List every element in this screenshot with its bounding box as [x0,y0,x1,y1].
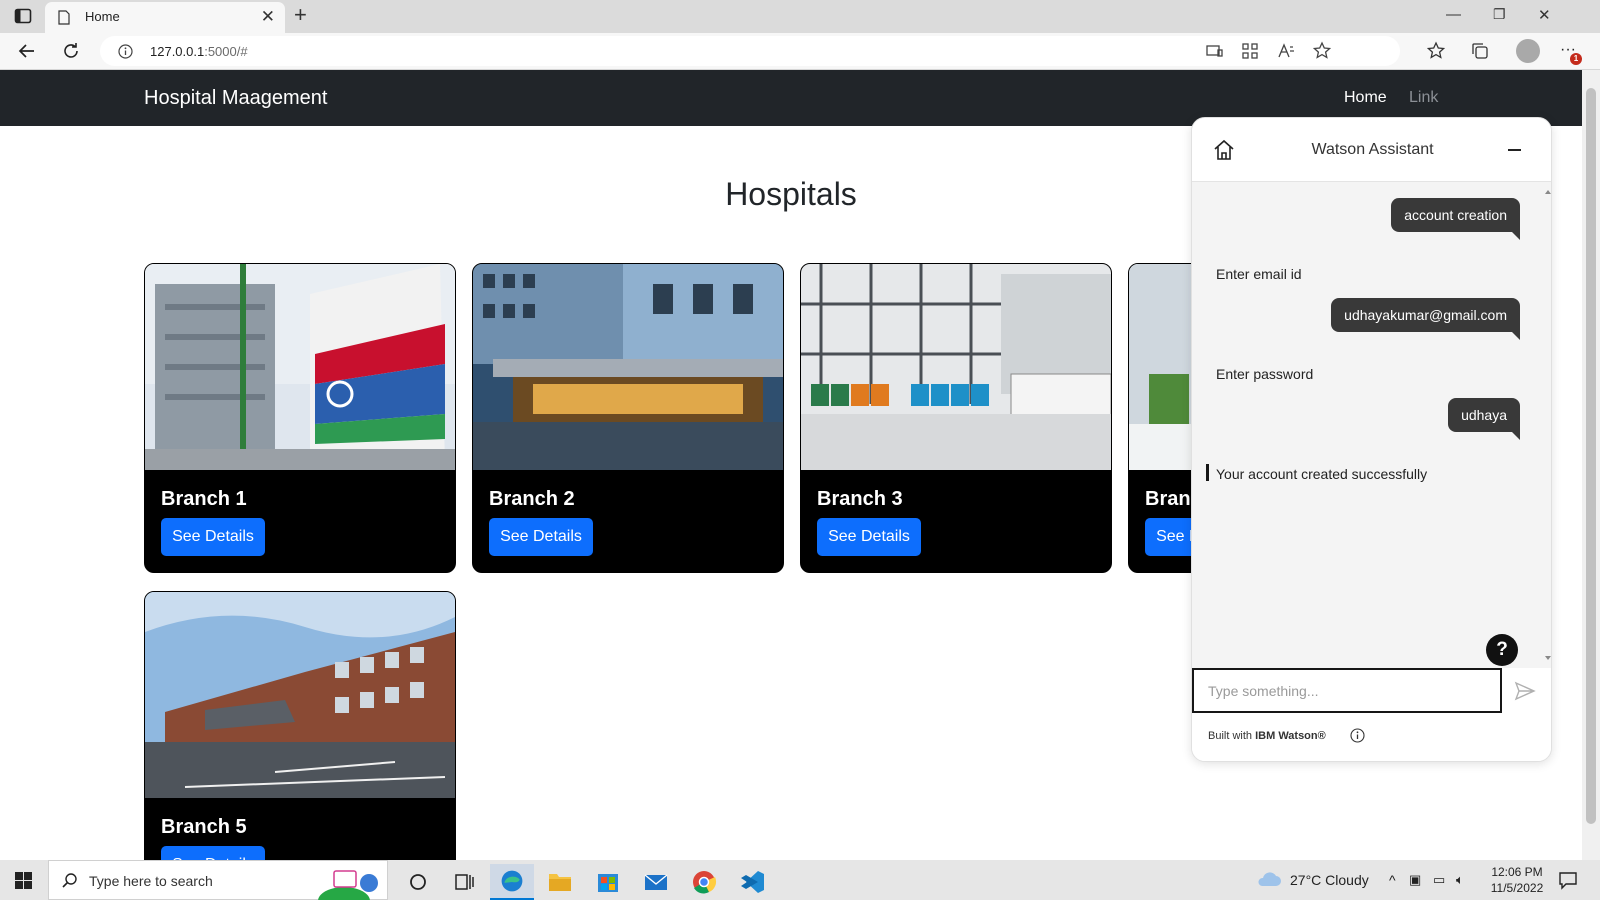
hospital-image [801,264,1111,470]
url-path: :5000/# [204,44,248,59]
clock-date: 11/5/2022 [1490,881,1544,895]
info-icon[interactable] [118,44,133,59]
see-details-button[interactable]: See Details [161,846,265,860]
weather-text[interactable]: 27°C Cloudy [1290,872,1369,888]
browser-tabstrip: Home ✕ + — ❐ ✕ [0,0,1600,33]
window-minimize-button[interactable]: — [1446,6,1461,23]
hospital-image [145,264,455,470]
assistant-header: Watson Assistant [1192,118,1551,182]
message-indicator [1206,464,1209,481]
profile-icon[interactable] [1516,39,1540,63]
task-view-icon[interactable] [442,864,486,900]
cortana-icon[interactable] [396,864,440,900]
user-message: udhayakumar@gmail.com [1331,298,1520,340]
browser-tab[interactable]: Home ✕ [45,2,285,33]
vscode-icon[interactable] [730,864,774,900]
meet-now-icon[interactable]: ▣ [1409,872,1421,888]
see-details-button[interactable]: See Details [161,518,265,556]
card-title: Branch 5 [161,816,247,838]
assistant-footer: Built with IBM Watson® [1192,714,1551,761]
chrome-icon[interactable] [682,864,726,900]
watson-assistant-panel: Watson Assistant account creation Enter … [1191,117,1552,762]
chat-input-field[interactable] [1192,668,1502,713]
close-icon[interactable]: ✕ [261,8,275,25]
navbar-brand[interactable]: Hospital Maagement [144,87,327,110]
bot-message: Enter email id [1216,266,1302,282]
hospital-card: Branch 2 See Details [472,263,784,573]
windows-icon[interactable] [15,872,32,889]
url-host: 127.0.0.1 [150,44,205,59]
minimize-icon[interactable] [1508,149,1521,151]
cloud-icon[interactable] [1256,869,1282,889]
hospital-image [473,264,783,470]
collections-icon[interactable] [1470,41,1490,61]
chat-scrollbar[interactable] [1544,188,1552,662]
hospital-card: Branch 3 See Details [800,263,1112,573]
user-message: udhaya [1448,398,1520,440]
mail-icon[interactable] [634,864,678,900]
refresh-icon[interactable] [60,40,82,62]
search-placeholder: Type here to search [89,873,213,889]
notification-icon[interactable] [1558,870,1578,890]
hospital-image [145,592,455,798]
see-details-button[interactable]: See Details [489,518,593,556]
store-icon[interactable] [586,864,630,900]
tab-title: Home [85,9,120,24]
chevron-up-icon[interactable]: ^ [1389,872,1396,888]
see-details-button[interactable]: See Details [817,518,921,556]
page-icon [58,10,70,25]
built-with-prefix: Built with [1208,730,1253,742]
favorites-icon[interactable] [1426,41,1446,61]
bot-message: Your account created successfully [1216,466,1428,482]
help-button[interactable]: ? [1486,634,1518,666]
search-highlight-icon [318,870,378,900]
window-close-button[interactable]: ✕ [1538,6,1551,24]
scrollbar-thumb[interactable] [1586,88,1596,824]
search-icon [62,873,77,888]
tab-actions-icon[interactable] [14,7,32,25]
chat-transcript: account creation Enter email id udhayaku… [1192,182,1551,668]
volume-icon[interactable]: 🔈︎ [1456,872,1464,888]
chat-input[interactable] [1208,680,1488,702]
read-aloud-icon[interactable] [1276,41,1296,61]
back-icon[interactable] [16,40,38,62]
taskbar-search[interactable]: Type here to search [48,860,388,900]
bot-message: Enter password [1216,366,1314,382]
file-explorer-icon[interactable] [538,864,582,900]
info-icon[interactable] [1350,728,1365,743]
ibm-watson-brand: IBM Watson® [1255,730,1326,742]
user-message: account creation [1391,198,1520,240]
hospital-card: Branch 1 See Details [144,263,456,573]
card-title: Branch 3 [817,488,903,510]
hospital-card: Branch 5 See Details [144,591,456,860]
page-scrollbar[interactable] [1582,70,1600,860]
cast-icon[interactable] [1204,41,1224,61]
nav-link-home[interactable]: Home [1344,89,1387,107]
taskbar-clock[interactable]: 12:06 PM 11/5/2022 [1484,864,1550,896]
add-favorite-icon[interactable] [1312,41,1332,61]
notification-badge: 1 [1570,53,1582,65]
windows-taskbar: Type here to search 27°C Cloudy ^ ▣ ▭ 🔈︎… [0,860,1600,900]
send-icon[interactable] [1514,680,1536,702]
card-title: Branch 2 [489,488,575,510]
assistant-title: Watson Assistant [1311,141,1434,158]
app-available-icon[interactable] [1240,41,1260,61]
clock-time: 12:06 PM [1491,865,1543,879]
edge-icon[interactable] [490,864,534,900]
card-title: Branch 1 [161,488,247,510]
address-url[interactable]: 127.0.0.1:5000/# [150,44,248,59]
plus-icon[interactable]: + [294,4,307,26]
built-with-text: Built with IBM Watson® [1208,730,1326,742]
window-restore-button[interactable]: ❐ [1493,6,1506,23]
address-bar[interactable]: 127.0.0.1:5000/# [100,36,1400,66]
nav-link-link[interactable]: Link [1409,89,1438,107]
browser-toolbar: 127.0.0.1:5000/# ··· 1 [0,33,1600,70]
network-icon[interactable]: ▭ [1433,872,1445,888]
